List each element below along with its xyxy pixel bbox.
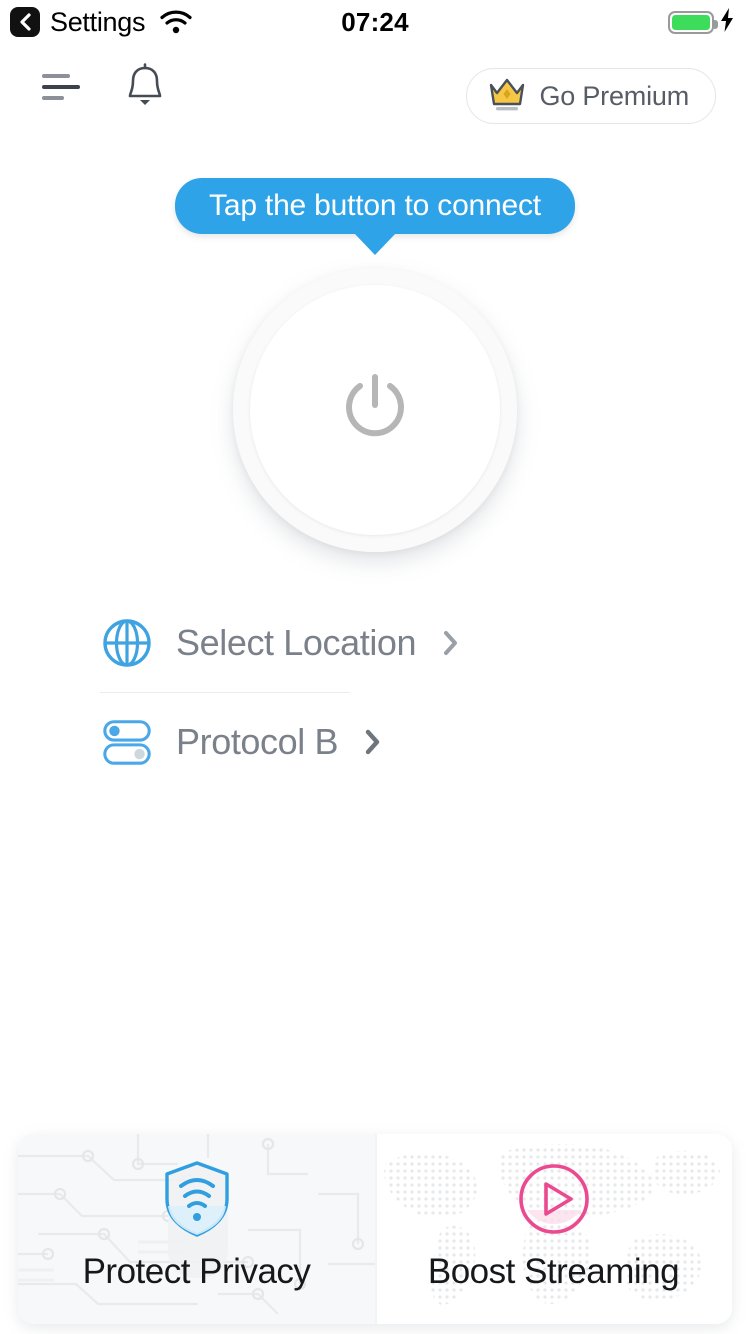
select-location-label: Select Location	[176, 622, 417, 663]
crown-icon	[485, 73, 529, 120]
battery-full-icon	[668, 10, 718, 34]
boost-streaming-label: Boost Streaming	[427, 1252, 680, 1291]
globe-icon	[100, 616, 154, 670]
protocol-row[interactable]: Protocol B	[0, 703, 750, 781]
vpn-connect-button[interactable]	[233, 268, 517, 552]
tooltip-tail	[354, 233, 396, 255]
status-bar-right	[668, 0, 736, 44]
select-location-row[interactable]: Select Location	[0, 604, 750, 682]
protocol-label: Protocol B	[176, 721, 339, 762]
notification-bell-icon[interactable]	[122, 62, 168, 112]
chevron-right-icon	[442, 628, 460, 658]
feature-cards: Protect Privacy Boost Streaming	[18, 1134, 732, 1324]
status-bar-clock: 07:24	[341, 6, 409, 37]
power-icon	[338, 369, 412, 452]
boost-streaming-card[interactable]: Boost Streaming	[375, 1134, 732, 1324]
play-circle-icon	[511, 1156, 597, 1242]
protect-privacy-label: Protect Privacy	[82, 1252, 311, 1291]
chevron-right-icon	[364, 727, 382, 757]
hamburger-menu-icon[interactable]	[42, 70, 86, 104]
lightning-bolt-icon	[718, 7, 736, 38]
toggles-icon	[100, 715, 154, 769]
go-premium-label: Go Premium	[539, 80, 689, 111]
power-button-face	[250, 285, 500, 535]
connect-tooltip: Tap the button to connect	[0, 178, 750, 255]
power-button-area	[0, 268, 750, 552]
protect-privacy-card[interactable]: Protect Privacy	[18, 1134, 375, 1324]
cards-divider	[375, 1134, 377, 1324]
shield-wifi-icon	[154, 1156, 240, 1242]
options-list: Select Location Protocol B	[0, 604, 750, 781]
go-premium-button[interactable]: Go Premium	[466, 68, 716, 124]
app-top-bar: Go Premium	[0, 44, 750, 130]
status-bar: Settings 07:24	[0, 0, 750, 44]
connect-tooltip-text: Tap the button to connect	[175, 178, 575, 234]
options-divider	[100, 692, 350, 693]
